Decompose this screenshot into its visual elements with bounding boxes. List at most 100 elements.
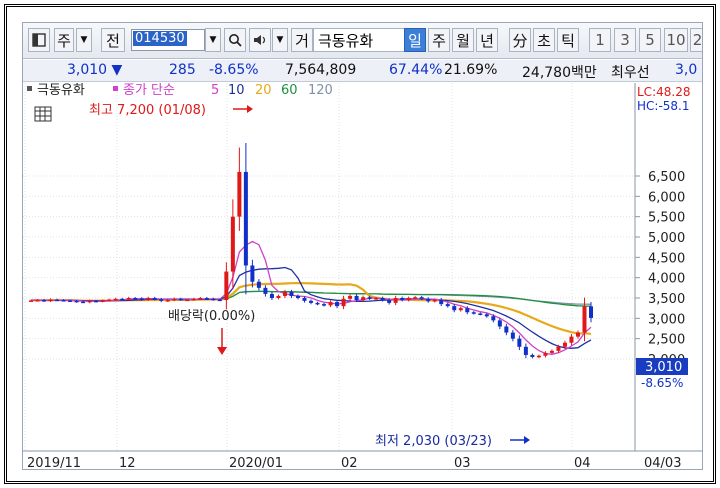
candle-body[interactable]	[243, 171, 248, 266]
stock-name-field[interactable]: 극동유화	[313, 28, 409, 52]
grid-toggle-icon[interactable]	[34, 106, 52, 122]
candle-body[interactable]	[374, 298, 379, 300]
candle-body[interactable]	[439, 300, 444, 305]
candle-body[interactable]	[204, 298, 209, 300]
legend-ma20[interactable]: 20	[255, 83, 272, 98]
candle-body[interactable]	[178, 298, 183, 301]
candle-body[interactable]	[491, 316, 496, 321]
candle-body[interactable]	[42, 300, 47, 302]
candle-body[interactable]	[484, 314, 489, 317]
candle-body[interactable]	[289, 291, 294, 296]
candle-body[interactable]	[465, 308, 470, 313]
period-minute-tab[interactable]: 分	[509, 28, 531, 52]
speaker-icon[interactable]	[249, 28, 271, 52]
period-day-tab[interactable]: 일	[404, 28, 426, 52]
candle-body[interactable]	[335, 302, 340, 307]
candle-body[interactable]	[530, 354, 535, 357]
candle-body[interactable]	[107, 299, 112, 302]
legend-ma60[interactable]: 60	[281, 83, 298, 98]
candle-body[interactable]	[432, 300, 437, 302]
search-icon[interactable]	[224, 28, 246, 52]
candle-body[interactable]	[48, 299, 53, 302]
candle-body[interactable]	[295, 295, 300, 298]
candle-body[interactable]	[74, 300, 79, 303]
prev-button[interactable]: 전	[101, 28, 125, 52]
chart-menu-icon[interactable]	[28, 28, 50, 52]
market-button[interactable]: 거	[291, 28, 313, 52]
candle-body[interactable]	[61, 300, 66, 302]
candle-body[interactable]	[471, 312, 476, 314]
candle-body[interactable]	[562, 342, 567, 347]
speaker-dropdown-icon[interactable]: ▼	[272, 28, 288, 52]
candle-body[interactable]	[348, 295, 353, 299]
candle-body[interactable]	[380, 298, 385, 301]
candle-body[interactable]	[230, 216, 235, 272]
candle-body[interactable]	[224, 271, 229, 301]
candle-body[interactable]	[445, 304, 450, 307]
candle-body[interactable]	[452, 306, 457, 311]
candle-body[interactable]	[510, 332, 515, 339]
candle-body[interactable]	[152, 298, 157, 300]
candle-body[interactable]	[458, 308, 463, 311]
candle-body[interactable]	[100, 300, 105, 302]
candle-body[interactable]	[322, 304, 327, 306]
interval-10-button[interactable]: 10	[664, 28, 688, 52]
type-dropdown-icon[interactable]: ▼	[76, 28, 92, 52]
candle-body[interactable]	[387, 300, 392, 303]
period-month-tab[interactable]: 월	[452, 28, 474, 52]
legend-ma5[interactable]: 5	[211, 83, 219, 98]
candle-body[interactable]	[237, 171, 242, 217]
candle-body[interactable]	[55, 299, 60, 302]
legend-ma120[interactable]: 120	[308, 83, 333, 98]
period-week-tab[interactable]: 주	[428, 28, 450, 52]
candle-body[interactable]	[250, 265, 255, 282]
period-second-tab[interactable]: 초	[533, 28, 555, 52]
period-year-tab[interactable]: 년	[476, 28, 498, 52]
candle-body[interactable]	[556, 346, 561, 351]
candle-body[interactable]	[549, 350, 554, 353]
candle-body[interactable]	[367, 297, 372, 299]
interval-1-button[interactable]: 1	[589, 28, 611, 52]
candle-body[interactable]	[478, 313, 483, 315]
candle-body[interactable]	[198, 298, 203, 300]
candle-body[interactable]	[361, 297, 366, 301]
candle-body[interactable]	[354, 295, 359, 301]
candle-body[interactable]	[211, 298, 216, 301]
candle-body[interactable]	[413, 297, 418, 299]
candle-body[interactable]	[133, 298, 138, 300]
candle-body[interactable]	[543, 352, 548, 356]
candle-body[interactable]	[146, 298, 151, 300]
candle-body[interactable]	[393, 298, 398, 303]
candle-body[interactable]	[517, 338, 522, 347]
candle-body[interactable]	[172, 298, 177, 301]
candle-body[interactable]	[400, 298, 405, 301]
candle-body[interactable]	[282, 291, 287, 296]
candle-body[interactable]	[217, 299, 222, 302]
interval-3-button[interactable]: 3	[614, 28, 636, 52]
candle-body[interactable]	[87, 300, 92, 303]
type-button[interactable]: 주	[54, 28, 74, 52]
candle-body[interactable]	[126, 298, 131, 300]
candle-body[interactable]	[315, 302, 320, 305]
candle-body[interactable]	[569, 336, 574, 343]
candle-body[interactable]	[302, 298, 307, 301]
candle-body[interactable]	[159, 299, 164, 301]
candle-body[interactable]	[81, 301, 86, 304]
candle-body[interactable]	[256, 281, 261, 288]
candle-body[interactable]	[309, 300, 313, 303]
candle-body[interactable]	[269, 293, 274, 298]
candle-body[interactable]	[426, 298, 431, 302]
candle-body[interactable]	[113, 298, 118, 301]
candle-body[interactable]	[276, 295, 281, 298]
candle-body[interactable]	[575, 332, 580, 337]
candle-body[interactable]	[263, 287, 268, 294]
candle-body[interactable]	[341, 298, 346, 307]
price-chart[interactable]: 6,500 6,000 5,500 5,000 4,500 4,000 3,500 3,000…	[23, 83, 703, 470]
candle-body[interactable]	[589, 306, 593, 318]
candle-body[interactable]	[68, 300, 73, 302]
candle-body[interactable]	[406, 298, 411, 301]
candle-body[interactable]	[523, 346, 528, 355]
candle-body[interactable]	[191, 298, 196, 301]
candle-body[interactable]	[139, 298, 144, 300]
candle-body[interactable]	[165, 300, 170, 302]
